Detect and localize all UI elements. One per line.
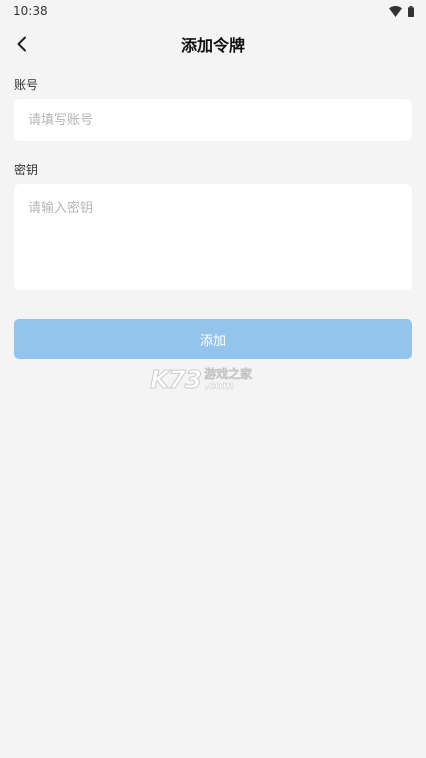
wifi-icon [389,5,402,17]
secret-label: 密钥 [14,163,39,177]
watermark-cn: 游戏之家 [204,366,253,381]
account-label: 账号 [14,78,39,92]
chevron-left-icon [17,36,26,52]
page-title: 添加令牌 [180,36,245,55]
status-bar: 10:38 [0,0,426,22]
watermark-logo: K73 游戏之家 .com [149,364,276,394]
back-button[interactable] [8,30,36,58]
account-input[interactable] [14,99,412,141]
status-time: 10:38 [13,4,48,18]
watermark-mark: K73 [149,364,202,394]
add-button[interactable]: 添加 [14,319,412,359]
nav-bar: 添加令牌 [0,26,426,62]
watermark-text: 游戏之家 .com [204,366,253,392]
status-icons [389,5,414,17]
watermark-domain: .com [204,378,234,392]
battery-icon [408,5,414,17]
secret-input[interactable] [14,184,412,290]
